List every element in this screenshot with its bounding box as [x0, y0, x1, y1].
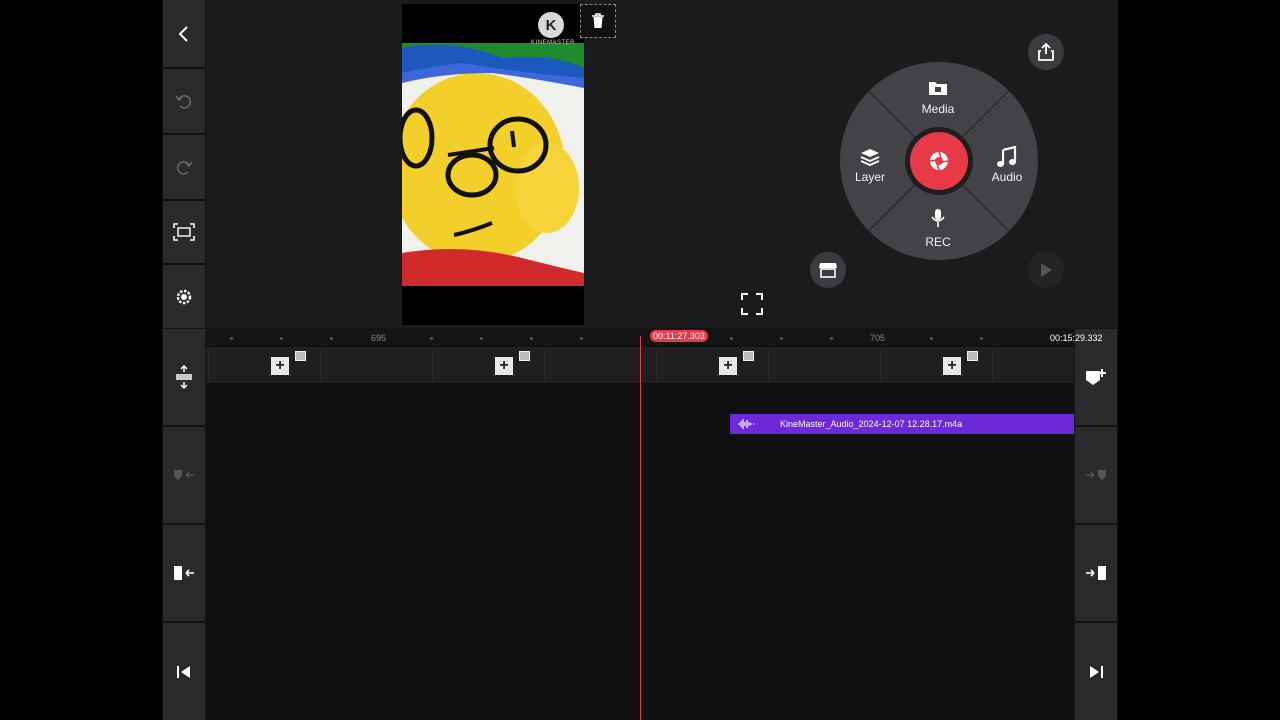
- video-clip-segment[interactable]: [320, 349, 431, 381]
- remove-watermark-button[interactable]: [580, 4, 616, 38]
- left-toolbar: [162, 0, 206, 328]
- image-clip-icon: [295, 351, 306, 361]
- timeline-right-toolbar: [1074, 328, 1118, 720]
- trash-icon: [592, 13, 604, 28]
- back-button[interactable]: [163, 0, 205, 67]
- trim-right-button[interactable]: [1075, 525, 1117, 621]
- layer-button[interactable]: Layer: [840, 170, 900, 184]
- add-transition-button[interactable]: +: [495, 357, 513, 375]
- fullscreen-icon: [741, 293, 763, 315]
- ruler-tick: [430, 337, 433, 340]
- audio-clip[interactable]: KineMaster_Audio_2024-12-07 12.28.17.m4a: [730, 414, 1074, 434]
- ruler-tick: [730, 337, 733, 340]
- rec-button[interactable]: REC: [908, 235, 968, 249]
- kinemaster-watermark-text: KINEMASTER: [531, 40, 576, 46]
- kinemaster-editor: K KINEMASTER Media Layer Audio REC 695 7…: [162, 0, 1118, 720]
- record-button-ring: [905, 127, 973, 195]
- share-icon: [1038, 43, 1054, 61]
- ruler-tick: [230, 337, 233, 340]
- jump-to-end-button[interactable]: [1075, 623, 1117, 720]
- ruler-tick: [830, 337, 833, 340]
- ruler-tick: [980, 337, 983, 340]
- waveform-icon: [738, 419, 754, 429]
- undo-button[interactable]: [163, 69, 205, 133]
- microphone-icon: [908, 208, 968, 228]
- ruler-tick: [780, 337, 783, 340]
- video-clip-segment[interactable]: [544, 349, 655, 381]
- trim-right-icon: [1086, 566, 1106, 580]
- gear-icon: [176, 289, 192, 304]
- play-button[interactable]: [1028, 252, 1064, 288]
- undo-icon: [175, 95, 192, 109]
- asset-store-button[interactable]: [810, 252, 846, 288]
- timeline-left-toolbar: [162, 328, 206, 720]
- skip-to-end-icon: [1090, 665, 1103, 678]
- video-preview[interactable]: K KINEMASTER: [402, 4, 584, 325]
- media-wheel: Media Layer Audio REC: [840, 62, 1038, 260]
- bookmark-left-icon: [174, 470, 194, 480]
- music-note-icon: [977, 146, 1037, 168]
- camera-shutter-icon: [929, 151, 949, 171]
- fullscreen-button[interactable]: [740, 292, 764, 321]
- media-button[interactable]: Media: [908, 102, 968, 116]
- playhead-line[interactable]: [640, 336, 641, 720]
- redo-icon: [176, 161, 193, 175]
- media-folder-icon: [908, 80, 968, 96]
- screen-capture-icon: [173, 223, 195, 241]
- image-clip-icon: [967, 351, 978, 361]
- add-transition-button[interactable]: +: [943, 357, 961, 375]
- image-clip-icon: [743, 351, 754, 361]
- ruler-tick: [480, 337, 483, 340]
- skip-to-start-icon: [177, 665, 190, 678]
- store-icon: [819, 263, 837, 278]
- video-clip-segment[interactable]: [992, 349, 1103, 381]
- jump-to-start-button[interactable]: [163, 623, 205, 720]
- ruler-tick: [280, 337, 283, 340]
- image-clip-icon: [519, 351, 530, 361]
- settings-button[interactable]: [163, 265, 205, 328]
- video-clip-segment[interactable]: [768, 349, 879, 381]
- share-button[interactable]: [1028, 34, 1064, 70]
- play-icon: [1041, 263, 1052, 277]
- layers-icon: [840, 148, 900, 166]
- playhead-time: 00:11:27.303: [650, 330, 708, 342]
- capture-frame-button[interactable]: [163, 201, 205, 263]
- ruler-tick: [530, 337, 533, 340]
- ruler-label: 695: [371, 333, 387, 343]
- jump-prev-bookmark-button[interactable]: [163, 427, 205, 523]
- project-duration: 00:15:29.332: [1050, 333, 1103, 343]
- preview-drawing-image: [402, 43, 584, 286]
- ruler-tick: [930, 337, 933, 340]
- expand-tracks-icon: [176, 365, 192, 389]
- kinemaster-watermark-logo: K: [538, 12, 564, 38]
- bookmark-right-icon: [1086, 470, 1106, 480]
- jump-next-bookmark-button[interactable]: [1075, 427, 1117, 523]
- audio-button[interactable]: Audio: [977, 170, 1037, 184]
- redo-button[interactable]: [163, 135, 205, 199]
- add-transition-button[interactable]: +: [719, 357, 737, 375]
- add-transition-button[interactable]: +: [271, 357, 289, 375]
- trim-left-button[interactable]: [163, 525, 205, 621]
- back-arrow-icon: [178, 25, 188, 42]
- ruler-tick: [580, 337, 583, 340]
- trim-left-icon: [174, 566, 194, 580]
- camera-record-button[interactable]: [910, 132, 968, 190]
- ruler-label: 705: [870, 333, 886, 343]
- audio-clip-name: KineMaster_Audio_2024-12-07 12.28.17.m4a: [780, 419, 963, 429]
- ruler-tick: [330, 337, 333, 340]
- track-height-button[interactable]: [163, 329, 205, 425]
